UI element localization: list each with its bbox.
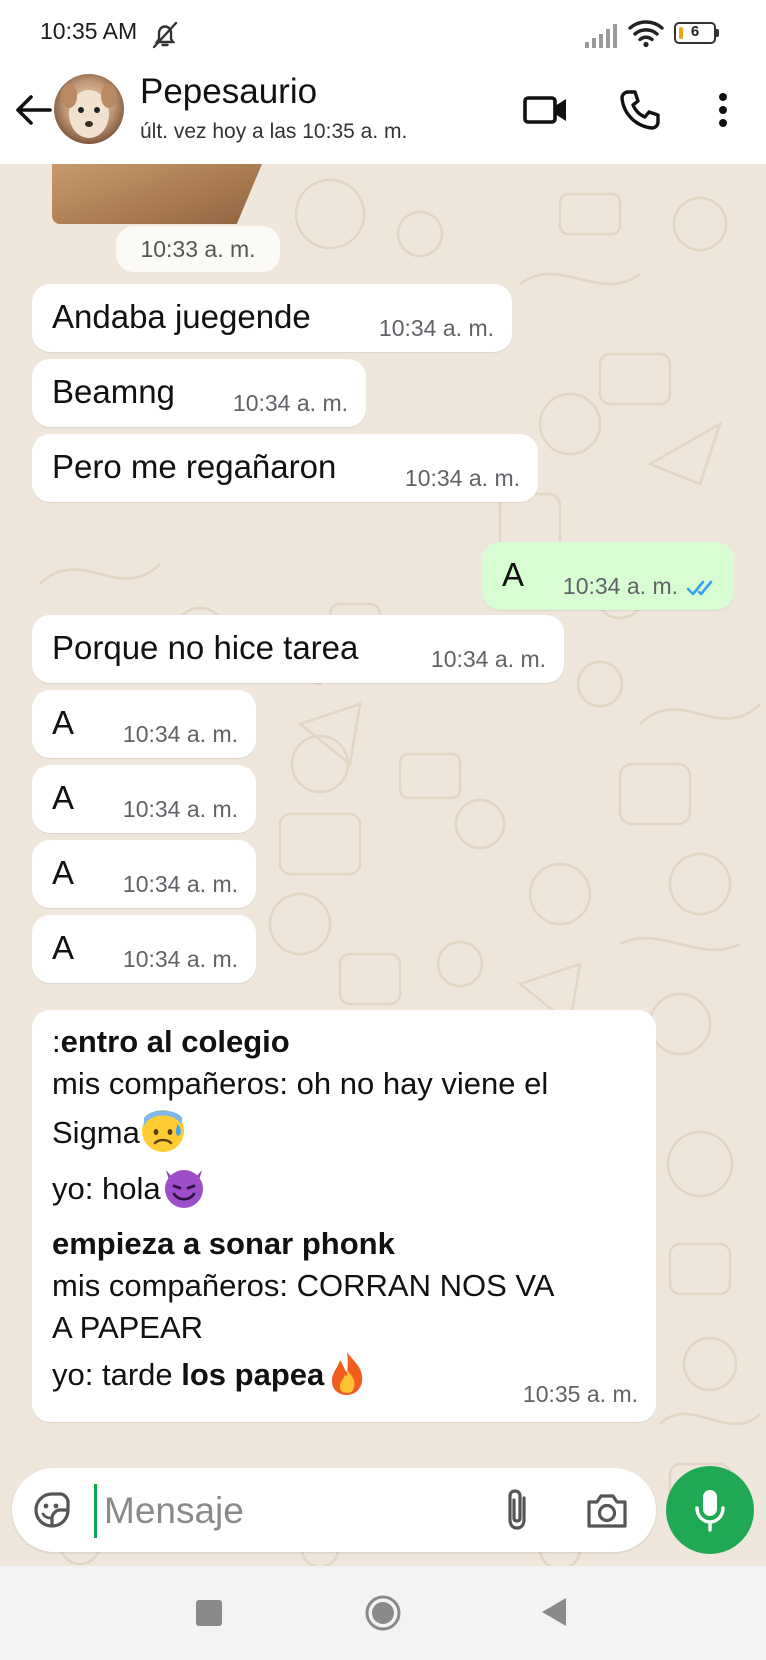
message-bubble-incoming[interactable]: A 10:34 a. m.: [32, 765, 256, 833]
message-text: Pero me regañaron: [52, 448, 337, 485]
photo-time: 10:33 a. m.: [140, 236, 256, 262]
message-bubble-incoming[interactable]: A 10:34 a. m.: [32, 840, 256, 908]
long-line-8-prefix: yo: tarde: [52, 1357, 182, 1393]
message-time: 10:34 a. m.: [122, 946, 238, 972]
more-vert-icon[interactable]: [706, 86, 740, 134]
status-time: 10:35 AM: [40, 18, 138, 44]
camera-icon[interactable]: [584, 1488, 630, 1532]
dnd-off-icon: [152, 21, 178, 49]
message-text: Beamng: [52, 373, 175, 410]
message-time: 10:35 a. m.: [522, 1381, 638, 1407]
message-bubble-incoming[interactable]: Beamng 10:34 a. m.: [32, 359, 366, 427]
long-line-1: :entro al colegio: [52, 1024, 290, 1060]
message-input[interactable]: [102, 1480, 436, 1542]
message-text: Porque no hice tarea: [52, 629, 359, 666]
read-ticks-icon: [686, 580, 713, 596]
home-circle-icon[interactable]: [364, 1594, 402, 1632]
anxious-sweat-emoji: [141, 1110, 184, 1152]
message-text: A: [52, 704, 75, 741]
mic-icon: [695, 1490, 725, 1532]
video-call-icon[interactable]: [522, 86, 570, 134]
photo-message-fragment[interactable]: [52, 164, 262, 224]
long-line-6: mis compañeros: CORRAN NOS VA: [52, 1268, 555, 1303]
message-bubble-incoming[interactable]: Porque no hice tarea 10:34 a. m.: [32, 615, 564, 683]
long-line-8-bold: los papea: [181, 1357, 325, 1393]
chat-area[interactable]: 10:33 a. m. Andaba juegende 10:34 a. m. …: [0, 164, 766, 1566]
long-line-4-text: yo: hola: [52, 1171, 161, 1207]
message-bubble-incoming[interactable]: Andaba juegende 10:34 a. m.: [32, 284, 512, 352]
long-line-5-bold: empieza a sonar phonk: [52, 1226, 395, 1261]
long-line-7: A PAPEAR: [52, 1310, 204, 1345]
message-bubble-incoming[interactable]: Pero me regañaron 10:34 a. m.: [32, 434, 538, 502]
long-line-2: mis compañeros: oh no hay viene el: [52, 1066, 549, 1101]
message-bubble-incoming[interactable]: A 10:34 a. m.: [32, 915, 256, 983]
back-arrow-icon[interactable]: [12, 88, 56, 132]
battery-cap: [716, 29, 719, 37]
fire-emoji: [332, 1352, 363, 1395]
message-bubble-incoming-long[interactable]: :entro al colegio mis compañeros: oh no …: [32, 1010, 656, 1422]
long-line-1-prefix: :: [52, 1024, 61, 1059]
contact-name[interactable]: Pepesaurio: [140, 72, 317, 112]
back-triangle-icon[interactable]: [540, 1596, 568, 1628]
sticker-icon[interactable]: [30, 1488, 74, 1532]
message-input-pill[interactable]: [12, 1468, 656, 1552]
message-time: 10:34 a. m.: [122, 871, 238, 897]
long-line-4: yo: hola: [52, 1168, 207, 1214]
message-text: A: [52, 929, 75, 966]
message-text: A: [52, 854, 75, 891]
message-time: 10:34 a. m.: [404, 465, 520, 491]
message-bubble-incoming[interactable]: A 10:34 a. m.: [32, 690, 256, 758]
long-line-5: empieza a sonar phonk: [52, 1226, 395, 1262]
long-line-3: Sigma: [52, 1110, 186, 1158]
long-line-3-text: Sigma: [52, 1115, 140, 1151]
avatar[interactable]: [54, 74, 124, 144]
recents-square-icon[interactable]: [196, 1600, 222, 1626]
message-text: A: [52, 779, 75, 816]
message-text: A: [502, 556, 525, 593]
message-time: 10:34 a. m.: [430, 646, 546, 672]
chat-header: Pepesaurio últ. vez hoy a las 10:35 a. m…: [0, 66, 766, 164]
photo-time-chip: 10:33 a. m.: [116, 226, 280, 272]
message-text: Andaba juegende: [52, 298, 311, 335]
message-time: 10:34 a. m.: [122, 796, 238, 822]
message-time: 10:34 a. m.: [562, 573, 678, 599]
phone-icon[interactable]: [616, 86, 664, 134]
signal-icon: [585, 24, 617, 48]
battery-icon: 6: [674, 22, 719, 44]
last-seen-text: últ. vez hoy a las 10:35 a. m.: [140, 120, 408, 143]
long-line-1-bold: entro al colegio: [60, 1024, 290, 1059]
message-bubble-outgoing[interactable]: A 10:34 a. m.: [482, 542, 734, 610]
system-nav-bar: [0, 1566, 766, 1660]
message-time: 10:34 a. m.: [232, 390, 348, 416]
long-line-8: yo: tarde los papea: [52, 1352, 370, 1400]
battery-level: 6: [690, 23, 700, 40]
smiling-devil-emoji: [164, 1170, 203, 1208]
avatar-dog-image: [61, 84, 117, 138]
wifi-icon: [628, 20, 664, 48]
message-time: 10:34 a. m.: [378, 315, 494, 341]
message-time: 10:34 a. m.: [122, 721, 238, 747]
attach-clip-icon[interactable]: [498, 1486, 538, 1534]
voice-message-button[interactable]: [666, 1466, 754, 1554]
composer: [0, 1440, 766, 1566]
status-bar: 10:35 AM 6: [0, 0, 766, 66]
text-caret: [94, 1484, 97, 1538]
